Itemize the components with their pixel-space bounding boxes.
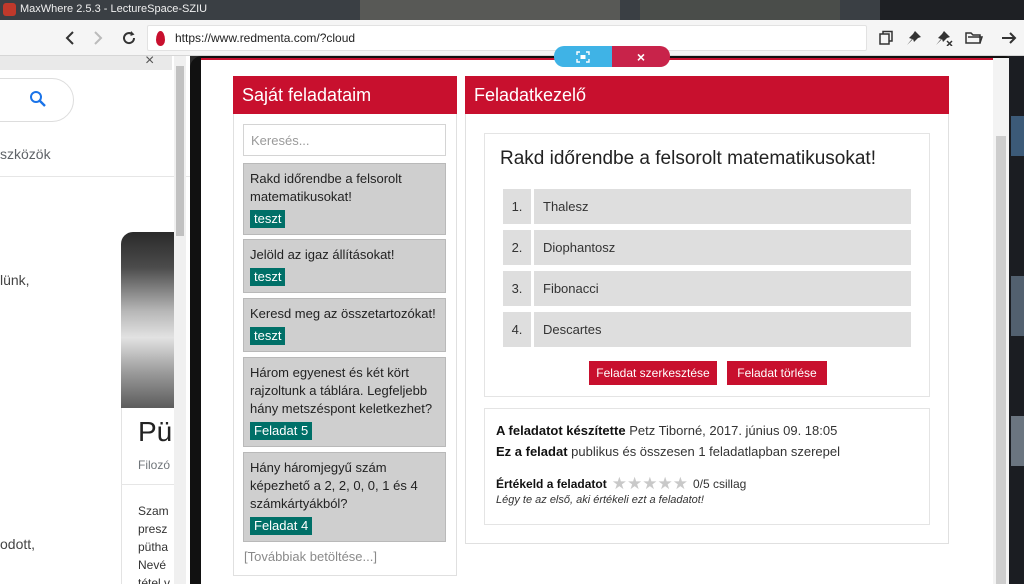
order-name: Thalesz — [534, 189, 911, 224]
task-badge: teszt — [250, 210, 286, 228]
background-blur — [360, 0, 620, 20]
divider — [121, 484, 181, 485]
task-list-item[interactable]: Keresd meg az összetartozókat! teszt — [243, 298, 446, 352]
order-item: 1. Thalesz — [503, 189, 911, 224]
rating-count: 0/5 csillag — [692, 476, 747, 491]
forward-arrow-icon[interactable] — [86, 26, 110, 50]
order-name: Fibonacci — [534, 271, 911, 306]
redmenta-page: Saját feladataim Rakd időrendbe a felsor… — [201, 58, 993, 584]
card-title: Pü — [138, 416, 173, 447]
address-url[interactable]: https://www.redmenta.com/?cloud — [175, 31, 355, 45]
task-title: Jelöld az igaz állításokat! — [250, 247, 395, 262]
divider — [0, 176, 190, 177]
page-scrollbar[interactable] — [993, 58, 1009, 584]
task-title: Három egyenest és két kört rajzoltunk a … — [250, 365, 433, 416]
task-info: A feladatot készítette Petz Tiborné, 201… — [484, 408, 930, 525]
star-icon[interactable]: ★ — [627, 475, 642, 492]
order-item: 3. Fibonacci — [503, 271, 911, 306]
maxwhere-logo-icon — [3, 3, 16, 16]
star-icon[interactable]: ★ — [612, 475, 627, 492]
delete-task-button[interactable]: Feladat törlése — [727, 361, 827, 385]
rating-row: Értékeld a feladatot ★ ★ ★ ★ ★ 0/5 csill… — [496, 475, 746, 492]
back-arrow-icon[interactable] — [58, 26, 82, 50]
copy-icon[interactable] — [875, 27, 897, 49]
rating-note: Légy te az első, aki értékeli ezt a fela… — [496, 494, 704, 506]
arrow-right-icon[interactable] — [998, 27, 1020, 49]
task-badge: Feladat 4 — [250, 517, 313, 535]
task-list-item[interactable]: Hány háromjegyű szám képezhető a 2, 2, 0… — [243, 452, 446, 542]
close-window-button[interactable]: × — [612, 46, 670, 67]
my-tasks-panel: Saját feladataim Rakd időrendbe a felsor… — [233, 76, 457, 576]
order-name: Descartes — [534, 312, 911, 347]
task-badge: teszt — [250, 268, 286, 286]
background-blur — [1011, 116, 1024, 156]
card-subtitle: Filozó — [138, 458, 171, 472]
background-blur — [880, 0, 1024, 20]
task-preview: Rakd időrendbe a felsorolt matematikusok… — [484, 133, 930, 397]
text-fragment: lünk, — [0, 272, 30, 288]
pin-icon[interactable] — [903, 27, 925, 49]
scrollbar[interactable] — [174, 56, 186, 584]
order-item: 2. Diophantosz — [503, 230, 911, 265]
order-number: 2. — [503, 230, 531, 265]
search-input[interactable] — [243, 124, 446, 156]
rating-label: Értékeld a feladatot — [496, 476, 607, 491]
background-browser-panel: × szközök lünk, Pü Filozó Szam presz püt… — [0, 56, 190, 584]
task-title: Keresd meg az összetartozókat! — [250, 306, 436, 321]
browser-toolbar: https://www.redmenta.com/?cloud — [0, 20, 1024, 56]
folder-icon[interactable] — [963, 27, 985, 49]
edit-task-button[interactable]: Feladat szerkesztése — [589, 361, 717, 385]
task-badge: teszt — [250, 327, 286, 345]
order-name: Diophantosz — [534, 230, 911, 265]
task-title: Rakd időrendbe a felsorolt matematikusok… — [250, 171, 402, 204]
star-icon[interactable]: ★ — [673, 475, 688, 492]
creator-line: A feladatot készítette Petz Tiborné, 201… — [496, 423, 837, 438]
task-manager-panel: Feladatkezelő Rakd időrendbe a felsorolt… — [465, 76, 949, 544]
text-fragment: odott, — [0, 536, 36, 552]
background-blur — [1011, 276, 1024, 336]
order-number: 4. — [503, 312, 531, 347]
task-manager-header: Feladatkezelő — [465, 76, 949, 114]
window-title: MaxWhere 2.5.3 - LectureSpace-SZIU — [20, 3, 208, 15]
creator-value: Petz Tiborné, 2017. június 09. 18:05 — [629, 423, 838, 438]
window-titlebar: MaxWhere 2.5.3 - LectureSpace-SZIU — [0, 0, 1024, 20]
tools-link[interactable]: szközök — [0, 146, 51, 162]
usage-value: publikus és összesen 1 feladatlapban sze… — [571, 444, 840, 459]
order-item: 4. Descartes — [503, 312, 911, 347]
scrollbar-thumb[interactable] — [176, 66, 184, 236]
load-more-link[interactable]: [Továbbiak betöltése...] — [244, 549, 377, 564]
window-control-tab: × — [554, 46, 670, 67]
usage-label: Ez a feladat — [496, 444, 568, 459]
address-bar[interactable]: https://www.redmenta.com/?cloud — [147, 25, 867, 51]
my-tasks-header: Saját feladataim — [233, 76, 457, 114]
site-favicon-icon — [156, 31, 165, 46]
scrollbar-thumb[interactable] — [996, 136, 1006, 584]
background-blur — [1011, 416, 1024, 466]
close-icon[interactable]: × — [145, 56, 154, 70]
star-icon[interactable]: ★ — [657, 475, 672, 492]
order-number: 1. — [503, 189, 531, 224]
creator-label: A feladatot készítette — [496, 423, 626, 438]
task-title: Hány háromjegyű szám képezhető a 2, 2, 0… — [250, 460, 418, 511]
order-number: 3. — [503, 271, 531, 306]
task-list-item[interactable]: Jelöld az igaz állításokat! teszt — [243, 239, 446, 293]
background-blur — [640, 0, 840, 20]
search-icon[interactable] — [29, 90, 46, 107]
unpin-all-icon[interactable] — [933, 27, 955, 49]
usage-line: Ez a feladat publikus és összesen 1 fela… — [496, 444, 840, 459]
task-list-item[interactable]: Három egyenest és két kört rajzoltunk a … — [243, 357, 446, 447]
reload-icon[interactable] — [117, 26, 141, 50]
statue-image — [121, 232, 181, 408]
task-badge: Feladat 5 — [250, 422, 313, 440]
background-strip — [1009, 56, 1024, 584]
star-icon[interactable]: ★ — [642, 475, 657, 492]
task-list-item[interactable]: Rakd időrendbe a felsorolt matematikusok… — [243, 163, 446, 235]
task-preview-title: Rakd időrendbe a felsorolt matematikusok… — [500, 148, 876, 169]
focus-icon[interactable] — [554, 46, 612, 67]
